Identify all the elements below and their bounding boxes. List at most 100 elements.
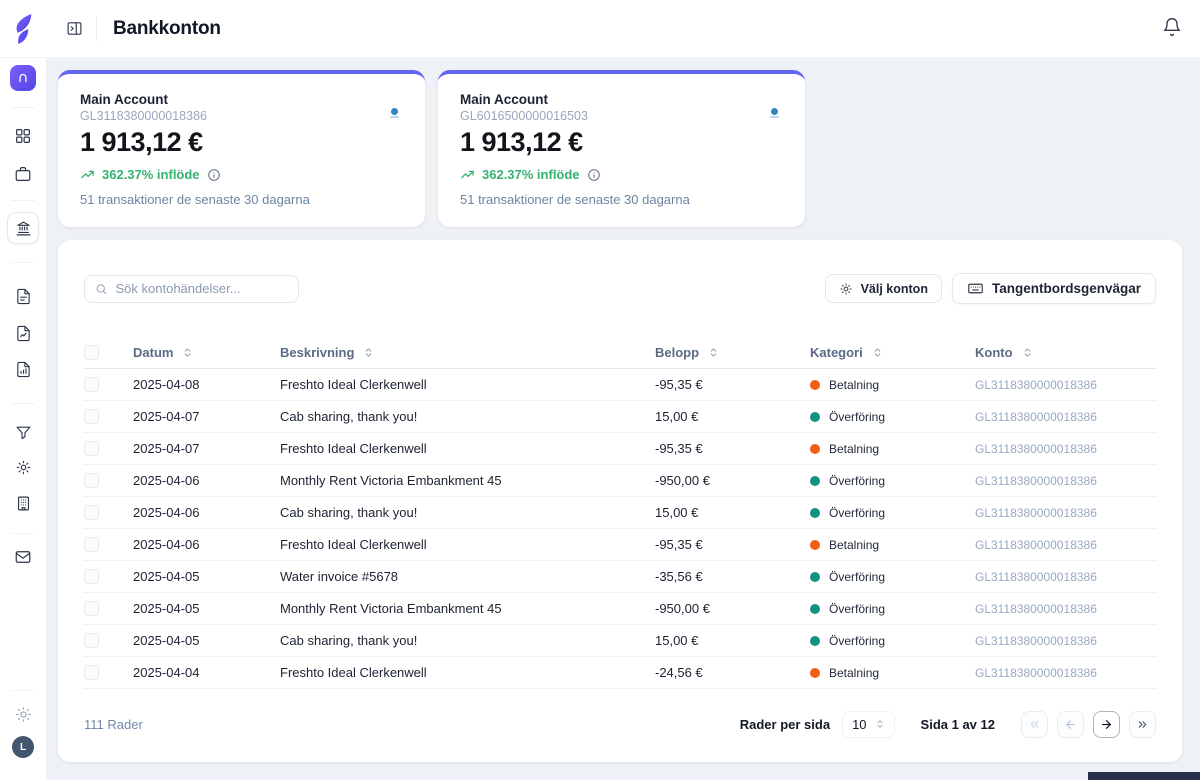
table-toolbar: Välj konton Tangentbordsgenvägar: [84, 273, 1156, 304]
cell-date: 2025-04-06: [133, 473, 280, 488]
sidebar-item-statements[interactable]: [0, 361, 46, 378]
info-icon[interactable]: [207, 168, 221, 182]
category-label: Överföring: [829, 506, 885, 520]
sidebar-toggle-button[interactable]: [62, 17, 86, 41]
transactions-table: Datum Beskrivning Belopp Kategori Konto: [84, 337, 1156, 689]
first-page-button[interactable]: [1021, 711, 1048, 738]
theme-toggle-button[interactable]: [0, 706, 46, 723]
cell-description: Water invoice #5678: [280, 569, 655, 584]
trending-up-icon: [80, 167, 95, 182]
sidebar-item-settings[interactable]: [0, 459, 46, 476]
table-row[interactable]: 2025-04-07 Freshto Ideal Clerkenwell -95…: [84, 433, 1156, 465]
sidebar-item-mail[interactable]: [0, 548, 46, 566]
row-checkbox[interactable]: [84, 537, 99, 552]
row-checkbox[interactable]: [84, 601, 99, 616]
sidebar-item-dashboard[interactable]: [0, 127, 46, 145]
marker-icon[interactable]: [390, 108, 399, 118]
table-row[interactable]: 2025-04-05 Cab sharing, thank you! 15,00…: [84, 625, 1156, 657]
cell-date: 2025-04-06: [133, 537, 280, 552]
cell-account[interactable]: GL3118380000018386: [975, 506, 1156, 520]
table-row[interactable]: 2025-04-05 Water invoice #5678 -35,56 € …: [84, 561, 1156, 593]
sidebar-item-business[interactable]: [0, 165, 46, 183]
account-balance: 1 913,12 €: [460, 127, 783, 158]
rows-per-page-select[interactable]: 10: [842, 711, 894, 738]
row-checkbox[interactable]: [84, 569, 99, 584]
last-page-button[interactable]: [1129, 711, 1156, 738]
cell-description: Monthly Rent Victoria Embankment 45: [280, 601, 655, 616]
cell-account[interactable]: GL3118380000018386: [975, 666, 1156, 680]
category-dot: [810, 476, 820, 486]
table-footer: 111 Rader Rader per sida 10 Sida 1 av 12: [84, 709, 1156, 739]
user-avatar[interactable]: L: [0, 736, 46, 758]
sidebar-item-bank-accounts-active[interactable]: [0, 212, 46, 244]
sidebar-item-documents[interactable]: [0, 288, 46, 305]
cell-description: Freshto Ideal Clerkenwell: [280, 441, 655, 456]
account-balance: 1 913,12 €: [80, 127, 403, 158]
trend-text: 362.37% inflöde: [102, 167, 200, 182]
file-chart-icon: [15, 325, 32, 342]
category-dot: [810, 636, 820, 646]
cell-account[interactable]: GL3118380000018386: [975, 410, 1156, 424]
mail-icon: [14, 548, 32, 566]
cell-date: 2025-04-05: [133, 633, 280, 648]
cell-description: Monthly Rent Victoria Embankment 45: [280, 473, 655, 488]
cell-date: 2025-04-07: [133, 409, 280, 424]
table-row[interactable]: 2025-04-04 Freshto Ideal Clerkenwell -24…: [84, 657, 1156, 689]
select-accounts-label: Välj konton: [861, 282, 928, 296]
search-box[interactable]: [84, 275, 299, 303]
row-checkbox[interactable]: [84, 377, 99, 392]
cell-account[interactable]: GL3118380000018386: [975, 634, 1156, 648]
previous-page-button[interactable]: [1057, 711, 1084, 738]
select-all-checkbox[interactable]: [84, 345, 99, 360]
cell-amount: 15,00 €: [655, 633, 810, 648]
column-header-kategori[interactable]: Kategori: [810, 345, 975, 360]
sidebar-item-filters[interactable]: [0, 424, 46, 441]
app-logo[interactable]: [0, 12, 46, 46]
row-checkbox[interactable]: [84, 665, 99, 680]
account-subtitle: 51 transaktioner de senaste 30 dagarna: [80, 192, 403, 207]
cell-account[interactable]: GL3118380000018386: [975, 602, 1156, 616]
cell-description: Cab sharing, thank you!: [280, 409, 655, 424]
row-checkbox[interactable]: [84, 505, 99, 520]
keyboard-shortcuts-button[interactable]: Tangentbordsgenvägar: [952, 273, 1156, 304]
table-row[interactable]: 2025-04-06 Cab sharing, thank you! 15,00…: [84, 497, 1156, 529]
cell-amount: -35,56 €: [655, 569, 810, 584]
cell-account[interactable]: GL3118380000018386: [975, 474, 1156, 488]
sidebar-item-company[interactable]: [0, 495, 46, 512]
table-row[interactable]: 2025-04-06 Freshto Ideal Clerkenwell -95…: [84, 529, 1156, 561]
table-row[interactable]: 2025-04-05 Monthly Rent Victoria Embankm…: [84, 593, 1156, 625]
cell-account[interactable]: GL3118380000018386: [975, 538, 1156, 552]
marker-icon[interactable]: [770, 108, 779, 118]
category-label: Betalning: [829, 442, 879, 456]
category-dot: [810, 444, 820, 454]
column-header-beskrivning[interactable]: Beskrivning: [280, 345, 655, 360]
cell-date: 2025-04-05: [133, 601, 280, 616]
search-input[interactable]: [116, 281, 288, 296]
cell-account[interactable]: GL3118380000018386: [975, 570, 1156, 584]
row-checkbox[interactable]: [84, 409, 99, 424]
info-icon[interactable]: [587, 168, 601, 182]
file-text-icon: [15, 288, 32, 305]
column-header-belopp[interactable]: Belopp: [655, 345, 810, 360]
sidebar-item-reports[interactable]: [0, 325, 46, 342]
table-row[interactable]: 2025-04-08 Freshto Ideal Clerkenwell -95…: [84, 369, 1156, 401]
account-card[interactable]: Main Account GL3118380000018386 1 913,12…: [58, 70, 425, 227]
cell-category: Betalning: [810, 666, 975, 680]
next-page-button[interactable]: [1093, 711, 1120, 738]
gear-icon: [15, 459, 32, 476]
sort-icon: [1022, 347, 1033, 358]
account-name: Main Account: [460, 92, 783, 107]
table-row[interactable]: 2025-04-07 Cab sharing, thank you! 15,00…: [84, 401, 1156, 433]
sidebar-item-workspace[interactable]: [0, 65, 46, 91]
account-card[interactable]: Main Account GL6016500000016503 1 913,12…: [438, 70, 805, 227]
row-checkbox[interactable]: [84, 473, 99, 488]
select-accounts-button[interactable]: Välj konton: [825, 274, 942, 303]
table-row[interactable]: 2025-04-06 Monthly Rent Victoria Embankm…: [84, 465, 1156, 497]
row-checkbox[interactable]: [84, 441, 99, 456]
cell-account[interactable]: GL3118380000018386: [975, 378, 1156, 392]
column-header-datum[interactable]: Datum: [133, 345, 280, 360]
column-header-konto[interactable]: Konto: [975, 345, 1156, 360]
row-checkbox[interactable]: [84, 633, 99, 648]
cell-account[interactable]: GL3118380000018386: [975, 442, 1156, 456]
notifications-button[interactable]: [1162, 17, 1182, 37]
